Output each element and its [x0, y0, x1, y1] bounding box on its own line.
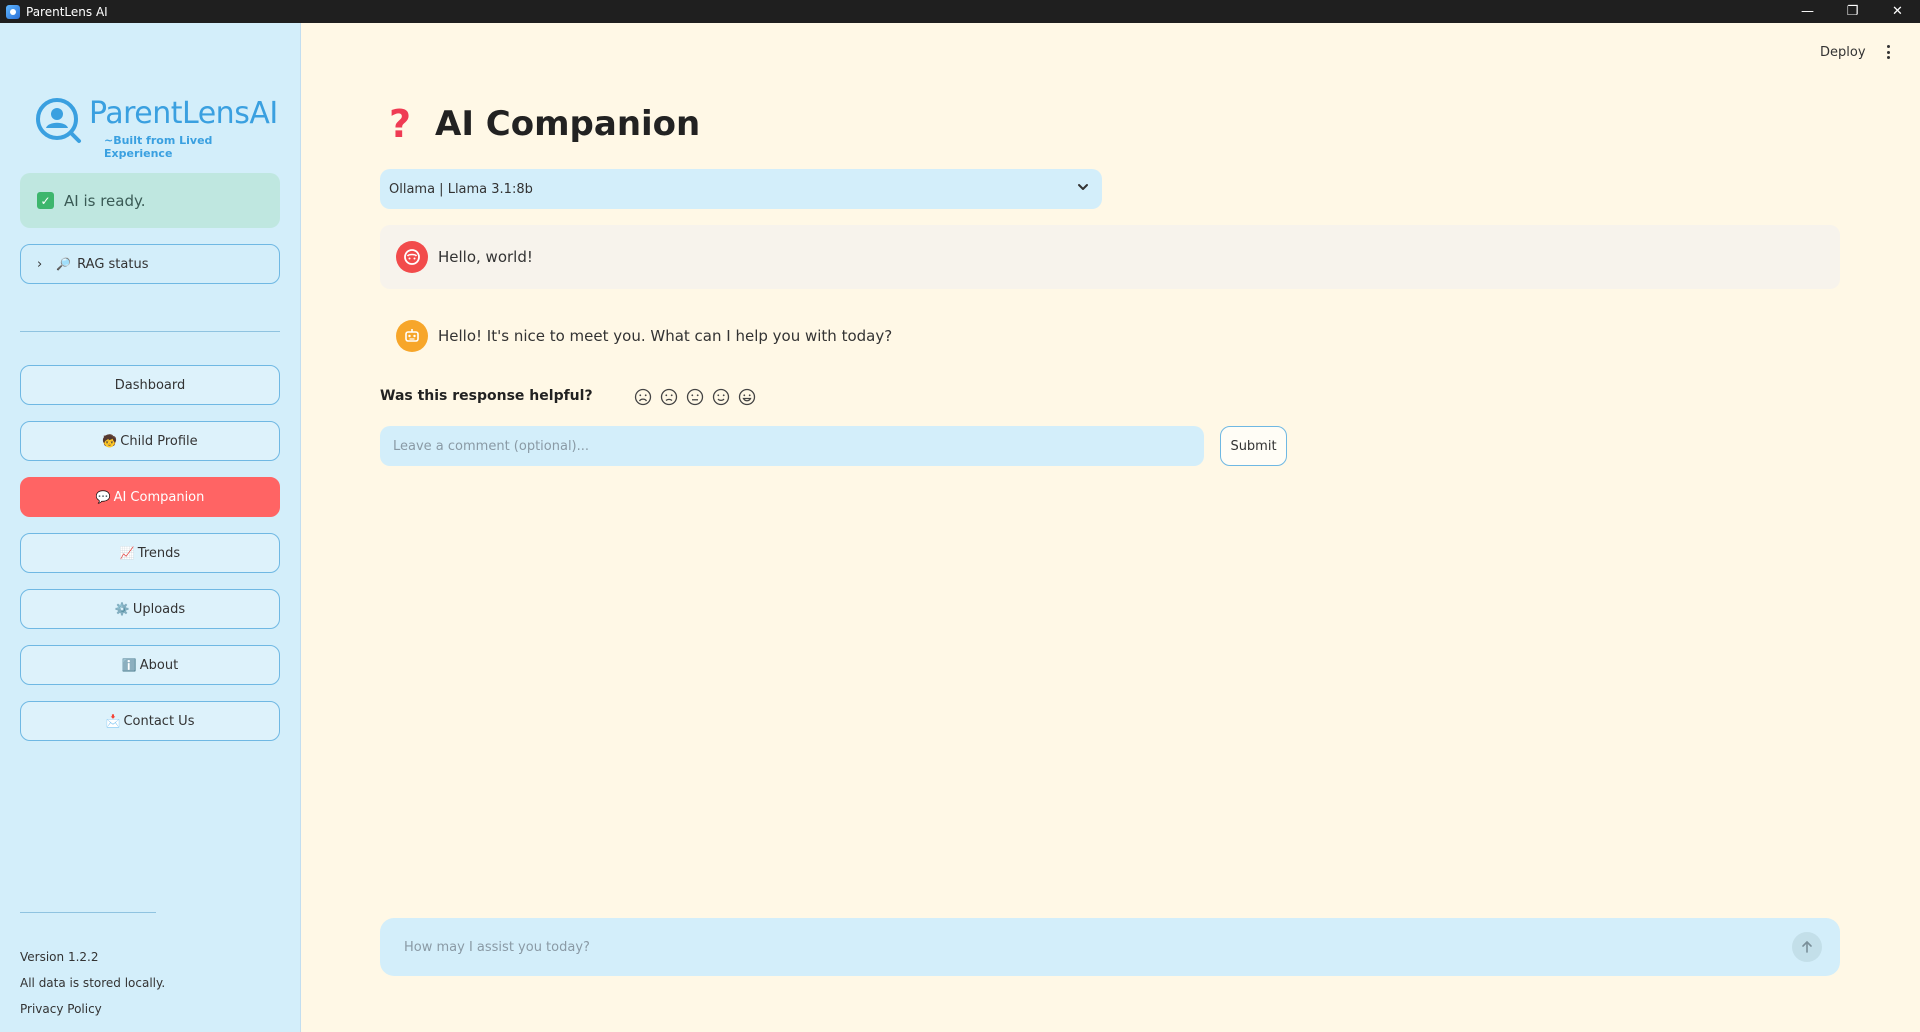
info-icon: ℹ️	[121, 658, 137, 672]
rag-status-label: RAG status	[77, 256, 149, 272]
logo-tagline: ~Built from Lived Experience	[104, 134, 213, 160]
robot-avatar-icon	[396, 320, 428, 352]
page-heading: AI Companion	[435, 104, 701, 144]
nav-dashboard-button[interactable]: Dashboard	[20, 365, 280, 405]
nav-label: Uploads	[132, 601, 186, 617]
chevron-right-icon: ›	[37, 256, 43, 272]
version-text: Version 1.2.2	[20, 950, 99, 964]
ai-status-badge: ✓ AI is ready.	[20, 173, 280, 228]
assistant-message-text: Hello! It's nice to meet you. What can I…	[438, 327, 893, 345]
face-happy-icon[interactable]	[712, 388, 730, 406]
face-sad-icon[interactable]	[660, 388, 678, 406]
magnifier-icon: 🔎	[56, 257, 72, 271]
nav-contact-us-button[interactable]: 📩 Contact Us	[20, 701, 280, 741]
nav-label: About	[139, 657, 179, 673]
privacy-policy-link[interactable]: Privacy Policy	[20, 1002, 102, 1016]
storage-note: All data is stored locally.	[20, 976, 166, 990]
check-icon: ✓	[37, 192, 54, 209]
face-very-happy-icon[interactable]	[738, 388, 756, 406]
app-icon	[6, 4, 20, 19]
nav-ai-companion-button[interactable]: 💬 AI Companion	[20, 477, 280, 517]
nav-trends-button[interactable]: 📈 Trends	[20, 533, 280, 573]
nav-label: Trends	[137, 545, 181, 561]
nav-label: AI Companion	[113, 489, 205, 505]
feedback-faces	[634, 388, 764, 406]
page-title: ? AI Companion	[385, 102, 700, 146]
footer-divider	[20, 912, 156, 913]
face-neutral-icon[interactable]	[686, 388, 704, 406]
speech-bubble-icon: 💬	[95, 490, 111, 504]
sidebar-divider	[20, 331, 280, 332]
window-controls: — ❐ ✕	[1785, 0, 1920, 23]
deploy-button[interactable]: Deploy	[1820, 45, 1866, 60]
logo-text: ParentLensAI	[89, 96, 278, 131]
chat-message-assistant: Hello! It's nice to meet you. What can I…	[380, 304, 1840, 368]
nav-label: Dashboard	[114, 377, 186, 393]
gear-icon: ⚙️	[114, 602, 130, 616]
ai-status-text: AI is ready.	[64, 191, 146, 210]
model-select[interactable]: Ollama | Llama 3.1:8b	[380, 169, 1102, 209]
window-title: ParentLens AI	[26, 4, 108, 19]
minimize-icon[interactable]: —	[1785, 0, 1830, 23]
rag-status-expander[interactable]: › 🔎 RAG status	[20, 244, 280, 284]
face-very-sad-icon[interactable]	[634, 388, 652, 406]
feedback-comment-input[interactable]	[380, 426, 1204, 466]
child-icon: 🧒	[102, 434, 118, 448]
window-titlebar: ParentLens AI — ❐ ✕	[0, 0, 1920, 23]
question-mark-icon: ?	[388, 102, 412, 146]
chat-message-user: Hello, world!	[380, 225, 1840, 289]
model-select-value: Ollama | Llama 3.1:8b	[389, 181, 533, 197]
logo: ParentLensAI ~Built from Lived Experienc…	[34, 94, 278, 160]
more-options-icon[interactable]	[1880, 44, 1896, 60]
chart-icon: 📈	[119, 546, 135, 560]
chat-input-container	[380, 918, 1840, 976]
close-icon[interactable]: ✕	[1875, 0, 1920, 23]
inbox-icon: 📩	[105, 714, 121, 728]
nav-label: Child Profile	[120, 433, 198, 449]
feedback-submit-button[interactable]: Submit	[1220, 426, 1287, 466]
sidebar-nav: Dashboard 🧒 Child Profile 💬 AI Companion…	[20, 365, 280, 757]
nav-about-button[interactable]: ℹ️ About	[20, 645, 280, 685]
nav-label: Contact Us	[123, 713, 195, 729]
user-avatar-icon	[396, 241, 428, 273]
nav-uploads-button[interactable]: ⚙️ Uploads	[20, 589, 280, 629]
logo-icon	[36, 98, 81, 143]
send-arrow-icon[interactable]	[1792, 932, 1822, 962]
feedback-prompt: Was this response helpful?	[380, 388, 593, 404]
chat-input[interactable]	[404, 918, 1764, 976]
sidebar: ParentLensAI ~Built from Lived Experienc…	[0, 23, 301, 1032]
nav-child-profile-button[interactable]: 🧒 Child Profile	[20, 421, 280, 461]
user-message-text: Hello, world!	[438, 248, 533, 266]
chevron-down-icon	[1078, 184, 1088, 190]
restore-icon[interactable]: ❐	[1830, 0, 1875, 23]
